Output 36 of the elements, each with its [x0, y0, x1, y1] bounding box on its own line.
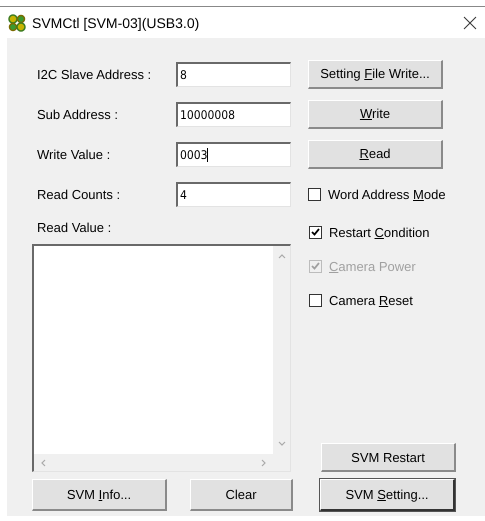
action-button[interactable]: Write	[308, 100, 443, 128]
field-label: Read Counts :	[36, 186, 122, 202]
input-field[interactable]: 10000008	[176, 102, 291, 126]
input-field[interactable]: 8	[176, 62, 291, 86]
checkbox-box[interactable]	[309, 226, 322, 238]
action-button[interactable]: Setting File Write...	[308, 60, 443, 88]
checkbox[interactable]: Camera Reset	[309, 290, 456, 310]
window-title: SVMCtl [SVM-03](USB3.0)	[32, 14, 200, 30]
scroll-up-icon[interactable]	[278, 252, 286, 260]
check-icon	[311, 228, 320, 236]
field-label: I2C Slave Address :	[36, 66, 152, 82]
checkbox-label: Restart Condition	[329, 224, 430, 240]
field-label: Sub Address :	[36, 106, 119, 122]
action-button[interactable]: Read	[308, 140, 443, 168]
gears-icon	[8, 14, 26, 32]
scroll-left-icon[interactable]	[40, 458, 48, 466]
restart-button[interactable]: SVM Restart	[321, 443, 456, 472]
checkbox-label: Camera Reset	[329, 292, 413, 308]
checkbox[interactable]: Word Address Mode	[308, 184, 446, 204]
checkbox-label: Camera Power	[329, 258, 416, 274]
scroll-down-icon[interactable]	[278, 440, 286, 448]
checkbox-label: Word Address Mode	[328, 186, 446, 202]
close-icon[interactable]	[463, 16, 477, 30]
action-button[interactable]: Clear	[190, 479, 293, 511]
check-icon	[311, 262, 320, 270]
action-button[interactable]: SVM Info...	[32, 479, 167, 511]
checkbox[interactable]: Restart Condition	[309, 222, 456, 242]
read-value-box[interactable]	[32, 244, 291, 472]
input-field[interactable]: 0003	[176, 142, 291, 166]
field-label: Write Value :	[36, 146, 112, 162]
checkbox-box[interactable]	[308, 188, 321, 200]
input-field[interactable]: 4	[176, 182, 291, 206]
action-button[interactable]: SVM Setting...	[320, 479, 455, 511]
checkbox-box[interactable]	[309, 294, 322, 306]
scroll-right-icon[interactable]	[259, 458, 267, 466]
read-value-label: Read Value :	[36, 220, 112, 237]
